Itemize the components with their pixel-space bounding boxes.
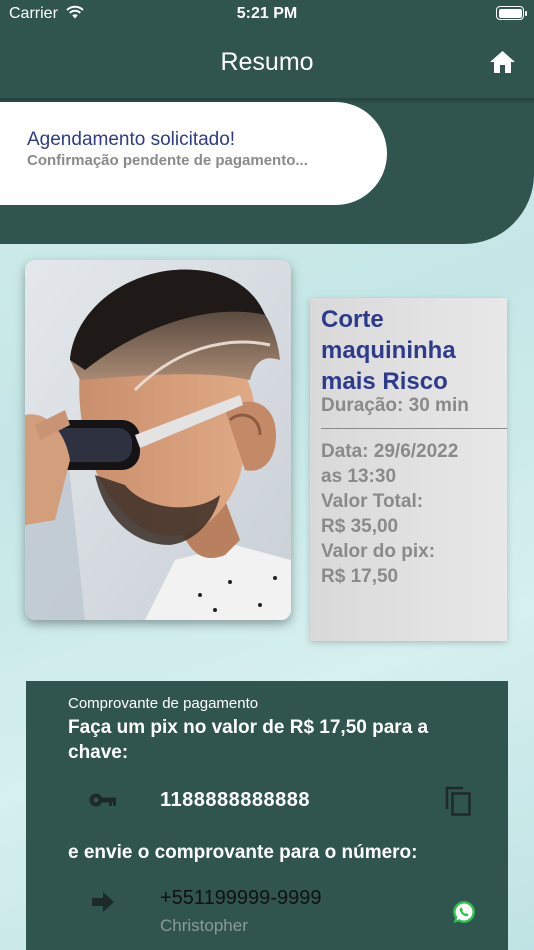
clock: 5:21 PM: [236, 5, 298, 22]
banner-title: Agendamento solicitado!: [27, 129, 236, 150]
payment-instruction: Faça um pix no valor de R$ 17,50 para a …: [68, 717, 429, 763]
service-photo: [25, 260, 291, 620]
booking-date: Data: 29/6/2022: [321, 441, 459, 462]
pix-value: R$ 17,50: [321, 566, 399, 587]
status-bar: Carrier 5:21 PM: [0, 0, 534, 28]
booking-details: Data: 29/6/2022 as 13:30 Valor Total: R$…: [321, 439, 501, 589]
payment-panel: Comprovante de pagamento Faça um pix no …: [26, 681, 508, 950]
key-icon: [89, 793, 116, 807]
page-title: Resumo: [220, 48, 314, 76]
pix-key-value: 1188888888888: [160, 789, 310, 811]
contact-phone[interactable]: +551199999-9999: [160, 887, 321, 910]
pix-label: Valor do pix:: [321, 541, 436, 562]
contact-name: Christopher: [160, 916, 248, 935]
battery-icon: [496, 6, 527, 20]
total-value: R$ 35,00: [321, 516, 399, 537]
card-divider: [321, 428, 507, 429]
service-name: Corte maquininha mais Risco: [321, 306, 456, 395]
payment-label: Comprovante de pagamento: [68, 695, 259, 712]
send-proof-text: e envie o comprovante para o número:: [68, 842, 418, 863]
total-label: Valor Total:: [321, 491, 424, 512]
status-banner: Agendamento solicitado! Confirmação pend…: [0, 102, 387, 205]
barber-photo-illustration: [25, 260, 291, 620]
home-icon[interactable]: [489, 50, 516, 74]
service-info-card: Corte maquininha mais Risco Duração: 30 …: [310, 298, 507, 641]
service-duration: Duração: 30 min: [321, 395, 469, 416]
arrow-right-icon: [92, 892, 114, 912]
copy-icon[interactable]: [444, 785, 472, 817]
booking-time: as 13:30: [321, 466, 397, 487]
banner-subtitle: Confirmação pendente de pagamento...: [27, 152, 308, 169]
whatsapp-icon[interactable]: [452, 900, 476, 924]
